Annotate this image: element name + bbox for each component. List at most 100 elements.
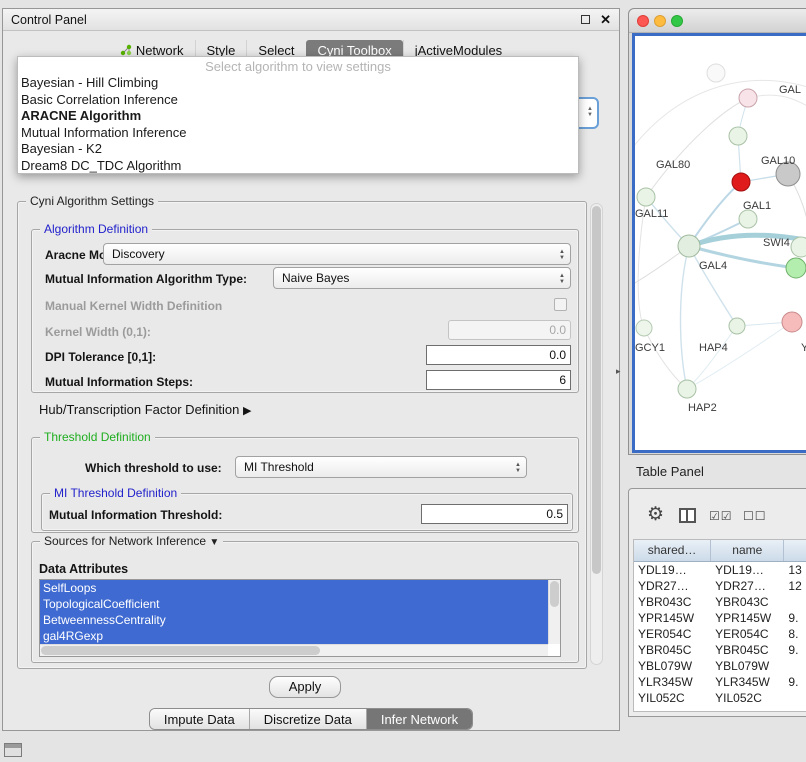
table-cell: 8. [784,626,806,642]
kernel-width-field[interactable] [448,320,571,340]
table-row[interactable]: YIL052CYIL052C [634,690,806,706]
algorithm-option[interactable]: Mutual Information Inference [18,125,578,142]
network-icon [120,44,132,56]
network-window-titlebar[interactable] [629,9,806,33]
network-node[interactable] [782,312,802,332]
column-header-name[interactable]: name [711,540,784,561]
network-edge[interactable] [681,246,690,389]
combo-value: Discovery [112,247,165,261]
network-node[interactable] [637,188,655,206]
minimized-panel-icon[interactable] [4,743,22,757]
table-cell: 9. [784,674,806,690]
table-row[interactable]: YER054CYER054C8. [634,626,806,642]
select-all-icon[interactable]: ☑☑ [709,509,733,523]
table-panel-title: Table Panel [636,464,704,479]
algorithm-option[interactable]: Basic Correlation Inference [18,92,578,109]
network-node[interactable] [707,64,725,82]
algorithm-option[interactable]: Dream8 DC_TDC Algorithm [18,158,578,175]
table-cell: YBL079W [634,658,711,674]
column-header-shared-name[interactable]: shared… [634,540,711,561]
hub-definition-toggle[interactable]: Hub/Transcription Factor Definition ▶ [39,403,251,418]
algorithm-option[interactable]: Bayesian - Hill Climbing [18,75,578,92]
network-node-label: GAL1 [743,200,771,212]
network-node[interactable] [739,89,757,107]
scrollbar-thumb[interactable] [550,581,559,607]
network-node[interactable] [729,318,745,334]
network-node[interactable] [636,320,652,336]
minimize-traffic-light-icon[interactable] [654,15,666,27]
sources-title: Sources for Network Inference [44,534,206,548]
manual-kernel-checkbox[interactable] [554,298,567,311]
threshold-definition-title: Threshold Definition [40,430,155,445]
table-row[interactable]: YDR27…YDR27…12 [634,578,806,594]
attribute-item-selected[interactable]: TopologicalCoefficient [40,596,548,612]
sources-toggle[interactable]: Sources for Network Inference ▼ [40,534,223,550]
table-row[interactable]: YLR345WYLR345W9. [634,674,806,690]
mi-type-combo[interactable]: Naive Bayes ▲▼ [273,267,571,289]
mi-threshold-field[interactable] [421,504,568,524]
zoom-traffic-light-icon[interactable] [671,15,683,27]
table-cell: YIL052C [711,690,784,706]
algorithm-option-selected[interactable]: ARACNE Algorithm [18,108,578,125]
control-panel-title: Control Panel [11,13,87,27]
network-edge[interactable] [689,246,737,326]
chevron-right-icon: ▶ [243,405,251,417]
network-node[interactable] [678,380,696,398]
gear-icon[interactable]: ⚙ [647,505,664,525]
attribute-item-selected[interactable]: SelfLoops [40,580,548,596]
apply-button[interactable]: Apply [269,676,341,698]
close-icon[interactable]: ✕ [600,12,611,28]
attribute-list-hscrollbar[interactable] [40,644,548,656]
table-row[interactable]: YBR043CYBR043C [634,594,806,610]
dpi-tolerance-label: DPI Tolerance [0,1]: [45,350,156,364]
network-node-label: GAL4 [699,260,727,272]
network-canvas[interactable]: GALGAL80GAL10GAL11GAL1SWI4GAL4GCY1HAP4YH… [632,33,806,453]
close-traffic-light-icon[interactable] [637,15,649,27]
combo-value: MI Threshold [244,460,314,474]
algorithm-definition-title: Algorithm Definition [40,222,152,237]
tab-discretize-data[interactable]: Discretize Data [249,709,366,729]
mi-steps-field[interactable] [426,370,571,390]
add-column-icon[interactable] [679,508,696,523]
network-node[interactable] [786,258,806,278]
table-row[interactable]: YBR045CYBR045C9. [634,642,806,658]
network-node[interactable] [732,173,750,191]
dpi-tolerance-field[interactable] [426,345,571,365]
scrollbar-thumb[interactable] [41,646,320,655]
column-header-extra[interactable] [784,540,806,561]
table-cell: YLR345W [711,674,784,690]
network-node[interactable] [791,237,806,257]
control-panel-titlebar[interactable]: Control Panel ✕ [3,9,619,31]
tab-impute-data[interactable]: Impute Data [150,709,249,729]
which-threshold-combo[interactable]: MI Threshold ▲▼ [235,456,527,478]
chevron-down-icon: ▼ [209,537,219,548]
settings-scrollbar[interactable] [590,203,603,665]
network-view-window: GALGAL80GAL10GAL11GAL1SWI4GAL4GCY1HAP4YH… [628,8,806,455]
table-row[interactable]: YPR145WYPR145W9. [634,610,806,626]
network-edge[interactable] [687,326,737,389]
network-node[interactable] [729,127,747,145]
table-cell [784,594,806,610]
manual-kernel-label: Manual Kernel Width Definition [45,299,222,313]
clear-selection-icon[interactable]: ☐☐ [743,509,767,523]
tab-infer-network[interactable]: Infer Network [366,709,472,729]
table-row[interactable]: YBL079WYBL079W [634,658,806,674]
algorithm-option[interactable]: Bayesian - K2 [18,141,578,158]
network-node-label: HAP4 [699,342,728,354]
attribute-item-selected[interactable]: gal4RGexp [40,628,548,644]
aracne-mode-combo[interactable]: Discovery ▲▼ [103,243,571,265]
table-cell: 9. [784,610,806,626]
algorithm-placeholder: Select algorithm to view settings [18,58,578,75]
network-node[interactable] [678,235,700,257]
algorithm-dropdown-popup: Select algorithm to view settings Bayesi… [17,56,579,174]
network-node[interactable] [739,210,757,228]
table-cell: YDR27… [634,578,711,594]
table-row[interactable]: YDL19…YDL19…13 [634,562,806,578]
scrollbar-thumb[interactable] [592,206,601,574]
attribute-item-selected[interactable]: BetweennessCentrality [40,612,548,628]
attribute-list-vscrollbar[interactable] [548,580,560,644]
panel-splitter-arrow[interactable]: ▸ [616,366,621,377]
table-cell: YBR043C [711,594,784,610]
float-window-icon[interactable] [581,15,590,24]
table-cell: YBR045C [711,642,784,658]
